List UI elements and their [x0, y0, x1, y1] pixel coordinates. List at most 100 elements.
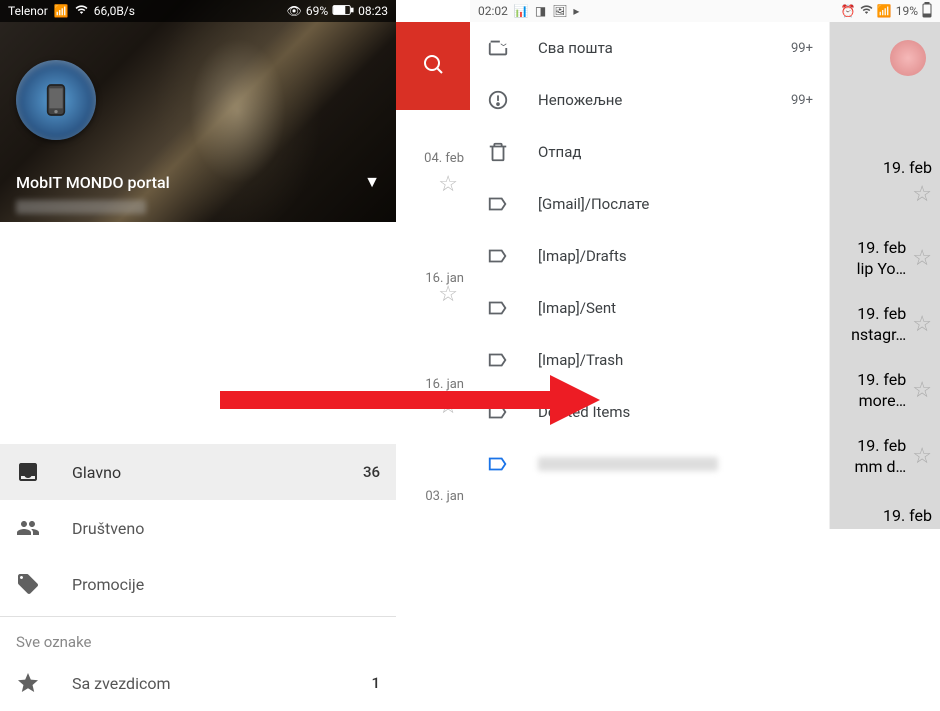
star-icon[interactable]: ☆ — [438, 172, 458, 197]
drawer-item-label-blurred — [538, 457, 718, 471]
drawer-item-label: [Imap]/Sent — [538, 299, 813, 317]
drawer-item-allmail[interactable]: Сва пошта 99+ — [470, 22, 829, 74]
star-icon[interactable]: ☆ — [438, 394, 458, 419]
label-icon — [486, 348, 510, 372]
star-icon[interactable]: ☆ — [912, 246, 932, 271]
email-date: 19. feb — [883, 506, 932, 525]
drawer-item-label[interactable]: [Gmail]/Послате — [470, 178, 829, 230]
email-date: 19. feb — [857, 304, 906, 323]
eye-icon: 👁 — [287, 4, 302, 18]
battery-percent: 19% — [896, 4, 918, 18]
left-phone-screenshot: 04. feb ☆ 16. jan ☆ 16. jan ☆ 03. jan Te… — [0, 0, 470, 529]
profile-avatar[interactable] — [890, 40, 926, 76]
account-dropdown-icon[interactable]: ▼ — [364, 172, 380, 192]
star-icon[interactable]: ☆ — [912, 182, 932, 207]
trash-icon — [486, 140, 510, 164]
account-avatar[interactable] — [16, 60, 96, 140]
email-date: 19. feb — [857, 436, 906, 455]
drawer-item-label: [Imap]/Trash — [538, 351, 813, 369]
signal-icon: 📶 — [54, 4, 69, 18]
drawer-item-label[interactable]: [Imap]/Drafts — [470, 230, 829, 282]
email-date: 03. jan — [425, 489, 464, 504]
label-icon — [486, 400, 510, 424]
gmail-toolbar — [396, 22, 470, 110]
drawer-item-promotions[interactable]: Promocije — [0, 556, 396, 612]
star-icon[interactable]: ☆ — [912, 444, 932, 469]
battery-percent: 69% — [306, 4, 328, 18]
drawer-item-label: Glavno — [72, 463, 331, 482]
account-email-blurred — [16, 200, 146, 214]
search-icon[interactable] — [421, 52, 445, 80]
drawer-item-label: Сва пошта — [538, 39, 763, 57]
drawer-item-label: Deleted Items — [538, 403, 813, 421]
drawer-item-label[interactable]: [Imap]/Trash — [470, 334, 829, 386]
email-subject: more… — [859, 391, 907, 410]
tag-icon — [16, 572, 40, 596]
right-phone-screenshot: 02:02 📊 ◨ 🖼 ▸ ⏰ 📶 19% — [470, 0, 940, 529]
signal-icon: 📊 — [514, 4, 529, 18]
navigation-drawer-right: Сва пошта 99+ Непожељне 99+ Отпад — [470, 22, 830, 529]
wifi-icon — [75, 3, 88, 19]
drawer-header: Telenor 📶 66,0B/s 👁 69% 08:23 — [0, 0, 396, 222]
star-icon — [16, 671, 40, 695]
network-speed: 66,0B/s — [94, 4, 135, 18]
drawer-item-count: 1 — [371, 674, 380, 692]
drawer-item-spam[interactable]: Непожељне 99+ — [470, 74, 829, 126]
spam-icon — [486, 88, 510, 112]
drawer-item-label: Непожељне — [538, 91, 763, 109]
drawer-item-trash[interactable]: Отпад — [470, 126, 829, 178]
email-subject: mm d… — [855, 457, 907, 476]
drawer-item-label: Društveno — [72, 519, 380, 538]
divider — [0, 616, 396, 617]
drawer-subheader: Sve oznake — [0, 621, 396, 655]
drawer-item-label: Sa zvezdicom — [72, 674, 339, 693]
email-subject: lip Yo… — [857, 259, 907, 278]
drawer-item-label: [Gmail]/Послате — [538, 195, 813, 213]
clock-time: 02:02 — [478, 4, 508, 18]
left-inbox-background: 04. feb ☆ 16. jan ☆ 16. jan ☆ 03. jan — [396, 0, 470, 529]
label-icon — [486, 244, 510, 268]
drawer-item-count: 99+ — [791, 93, 813, 108]
clock-time: 08:23 — [358, 4, 388, 18]
signal-icon: 📶 — [877, 4, 892, 18]
status-bar: 02:02 📊 ◨ 🖼 ▸ ⏰ 📶 19% — [470, 0, 940, 22]
drawer-item-label[interactable]: [Imap]/Sent — [470, 282, 829, 334]
drawer-item-label[interactable]: Deleted Items — [470, 386, 829, 438]
people-icon — [16, 516, 40, 540]
email-date: 19. feb — [883, 158, 932, 177]
drawer-item-starred[interactable]: Sa zvezdicom 1 — [0, 655, 396, 711]
drawer-item-label-current[interactable] — [470, 438, 829, 490]
email-date: 19. feb — [857, 370, 906, 389]
alarm-icon: ⏰ — [841, 4, 856, 18]
email-date: 16. jan — [425, 377, 464, 392]
star-icon[interactable]: ☆ — [438, 282, 458, 307]
star-icon[interactable]: ☆ — [912, 312, 932, 337]
status-bar: Telenor 📶 66,0B/s 👁 69% 08:23 — [0, 0, 396, 22]
location-icon: ◨ — [535, 4, 546, 18]
battery-icon — [332, 4, 354, 19]
drawer-item-primary[interactable]: Glavno 36 — [0, 444, 396, 500]
wifi-icon — [860, 3, 873, 19]
inbox-icon — [16, 460, 40, 484]
drawer-item-label: [Imap]/Drafts — [538, 247, 813, 265]
drawer-item-count: 36 — [363, 463, 380, 481]
drawer-item-count: 99+ — [791, 41, 813, 56]
right-inbox-background: 19. feb ☆ 19. feb lip Yo… ☆ 19. feb nsta… — [830, 22, 940, 529]
email-subject: nstagr… — [851, 325, 906, 344]
email-date: 04. feb — [424, 151, 464, 166]
account-name: MobIT MONDO portal — [16, 173, 170, 192]
star-icon[interactable]: ☆ — [912, 378, 932, 403]
flag-icon: ▸ — [573, 4, 579, 18]
label-icon — [486, 296, 510, 320]
drawer-item-label: Promocije — [72, 575, 380, 594]
carrier-label: Telenor — [8, 4, 48, 18]
gallery-icon: 🖼 — [552, 4, 567, 18]
drawer-item-label: Отпад — [538, 143, 813, 161]
drawer-item-social[interactable]: Društveno — [0, 500, 396, 556]
label-icon — [486, 452, 510, 476]
email-row[interactable]: 03. jan — [425, 460, 464, 532]
navigation-drawer-left: Telenor 📶 66,0B/s 👁 69% 08:23 — [0, 0, 396, 529]
email-date: 19. feb — [857, 238, 906, 257]
label-icon — [486, 192, 510, 216]
battery-icon — [922, 2, 932, 21]
